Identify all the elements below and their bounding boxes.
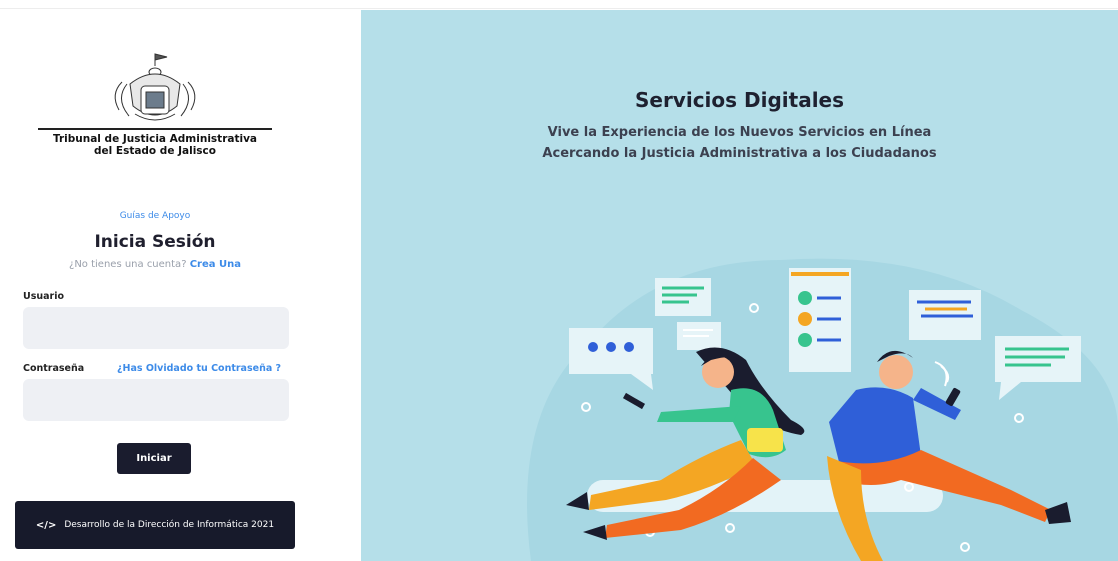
username-input[interactable] — [23, 307, 289, 349]
no-account-text: ¿No tienes una cuenta? Crea Una — [0, 259, 310, 270]
people-using-phones-illustration — [527, 258, 1118, 561]
organization-name-line2: del Estado de Jalisco — [94, 145, 216, 157]
login-button[interactable]: Iniciar — [117, 443, 191, 474]
footer-credit-text: Desarrollo de la Dirección de Informátic… — [64, 520, 275, 530]
no-account-label: ¿No tienes una cuenta? — [69, 259, 187, 270]
password-label: Contraseña — [23, 363, 85, 374]
footer-credit-bar: </> Desarrollo de la Dirección de Inform… — [15, 501, 295, 549]
organization-name: Tribunal de Justicia Administrativa del … — [30, 133, 280, 157]
password-input[interactable] — [23, 379, 289, 421]
organization-name-line1: Tribunal de Justicia Administrativa — [52, 133, 258, 145]
login-title: Inicia Sesión — [94, 232, 216, 252]
top-border — [0, 0, 1118, 9]
username-label: Usuario — [23, 291, 65, 302]
hero-panel: Servicios Digitales Vive la Experiencia … — [361, 10, 1118, 561]
forgot-password-link[interactable]: ¿Has Olvidado tu Contraseña ? — [117, 363, 281, 374]
create-account-link[interactable]: Crea Una — [190, 259, 241, 270]
code-icon: </> — [35, 519, 57, 531]
logo-underline — [38, 128, 272, 130]
help-guides-link[interactable]: Guías de Apoyo — [0, 211, 310, 221]
